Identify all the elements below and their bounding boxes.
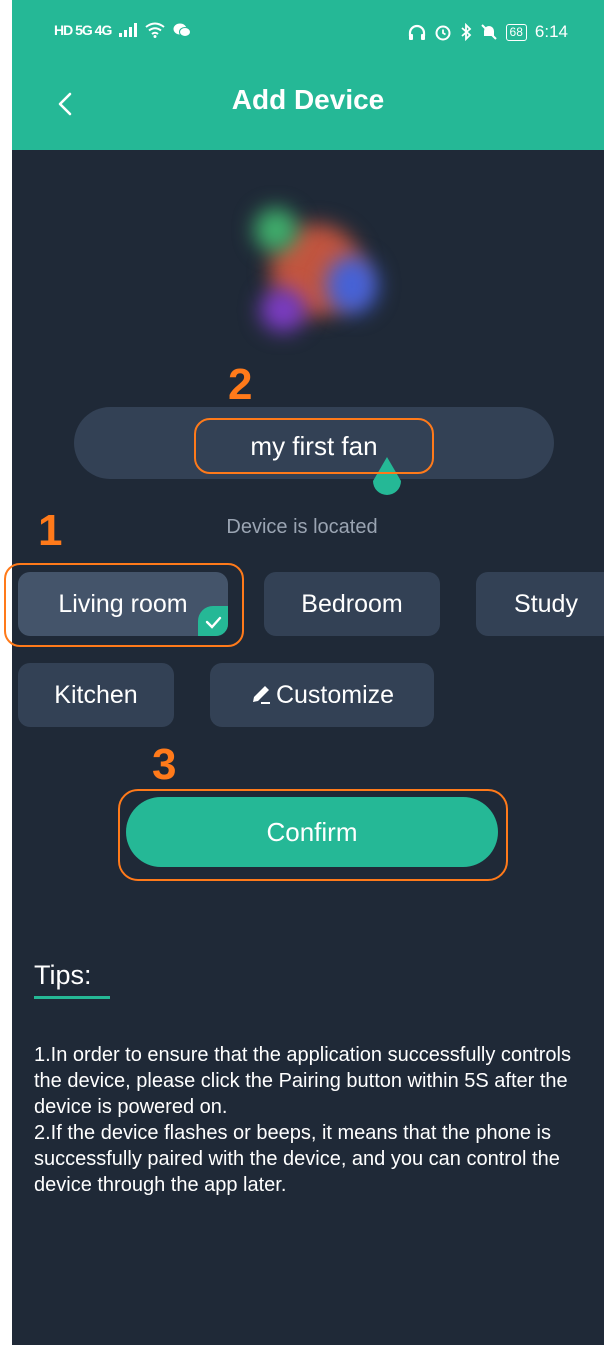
tips-text: 1.In order to ensure that the applicatio… bbox=[34, 1042, 604, 1198]
room-chip-label: Bedroom bbox=[301, 590, 403, 618]
room-chip-label: Study bbox=[514, 590, 578, 618]
chat-app-icon bbox=[173, 23, 192, 37]
device-location-label: Device is located bbox=[226, 516, 378, 538]
annotation-box-room bbox=[4, 563, 244, 647]
annotation-box-name bbox=[194, 418, 434, 474]
pencil-icon bbox=[252, 686, 270, 704]
header-bar: HD 5G 4G 68 6:14 Add Device bbox=[12, 0, 604, 150]
room-chip-label: Customize bbox=[275, 681, 395, 709]
annotation-number-3: 3 bbox=[152, 740, 177, 789]
alarm-icon bbox=[435, 25, 451, 41]
clock: 6:14 bbox=[534, 22, 568, 41]
room-chip-customize[interactable]: Customize bbox=[210, 663, 434, 727]
wifi-icon bbox=[145, 22, 165, 38]
room-chip-study[interactable]: Study bbox=[476, 572, 604, 636]
room-chip-bedroom[interactable]: Bedroom bbox=[264, 572, 440, 636]
tip-item: 2.If the device flashes or beeps, it mea… bbox=[34, 1122, 560, 1196]
bluetooth-icon bbox=[460, 23, 471, 41]
mute-bell-icon bbox=[480, 24, 497, 40]
headphones-icon bbox=[408, 24, 425, 40]
tips-title: Tips: bbox=[34, 960, 92, 990]
room-chip-kitchen[interactable]: Kitchen bbox=[18, 663, 174, 727]
annotation-number-2: 2 bbox=[228, 360, 253, 409]
status-right: 68 6:14 bbox=[408, 22, 568, 42]
annotation-number-1: 1 bbox=[38, 506, 63, 555]
tip-item: 1.In order to ensure that the applicatio… bbox=[34, 1044, 571, 1118]
device-image bbox=[234, 202, 384, 352]
signal-icon bbox=[119, 23, 138, 37]
network-indicator: HD 5G 4G bbox=[54, 22, 112, 38]
room-chip-label: Kitchen bbox=[54, 681, 138, 709]
page-title: Add Device bbox=[231, 84, 385, 115]
app-screen: HD 5G 4G 68 6:14 Add Device my first fan… bbox=[12, 0, 604, 1345]
battery-indicator: 68 bbox=[505, 23, 527, 41]
status-left: HD 5G 4G bbox=[54, 22, 192, 38]
annotation-box-confirm bbox=[118, 789, 508, 881]
status-bar: HD 5G 4G 68 6:14 bbox=[12, 0, 604, 64]
tips-underline bbox=[34, 996, 110, 999]
